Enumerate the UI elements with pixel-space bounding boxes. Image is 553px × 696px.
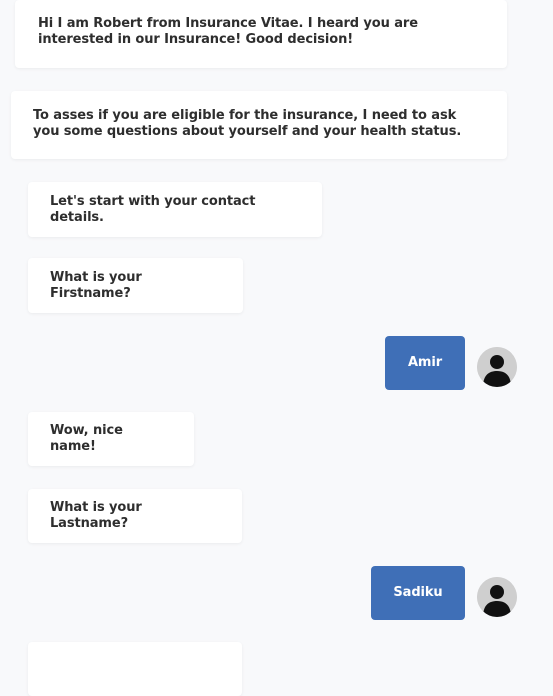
bot-message-text: Wow, nice name!: [50, 423, 123, 454]
user-message: Amir: [385, 336, 465, 390]
chat-conversation: Hi I am Robert from Insurance Vitae. I h…: [0, 0, 553, 696]
user-message-text: Amir: [407, 355, 443, 370]
user-message: Sadiku: [371, 566, 465, 620]
bot-message-text: Hi I am Robert from Insurance Vitae. I h…: [38, 16, 418, 47]
bot-message: Wow, nice name!: [28, 412, 194, 466]
bot-message-text: To asses if you are eligible for the ins…: [33, 108, 462, 139]
bot-message-partial: [28, 642, 242, 696]
bot-message: To asses if you are eligible for the ins…: [11, 91, 507, 159]
bot-message: What is your Firstname?: [28, 258, 243, 313]
user-message-text: Sadiku: [393, 585, 443, 600]
person-silhouette-icon: [477, 577, 517, 617]
bot-message: Let's start with your contact details.: [28, 182, 322, 237]
bot-message-text: Let's start with your contact details.: [50, 193, 256, 225]
bot-message-text: What is your Firstname?: [50, 269, 142, 301]
bot-message: Hi I am Robert from Insurance Vitae. I h…: [15, 0, 507, 68]
bot-message: What is your Lastname?: [28, 489, 242, 543]
user-avatar-icon: [477, 347, 517, 387]
user-avatar-icon: [477, 577, 517, 617]
person-silhouette-icon: [477, 347, 517, 387]
bot-message-text: What is your Lastname?: [50, 500, 142, 531]
